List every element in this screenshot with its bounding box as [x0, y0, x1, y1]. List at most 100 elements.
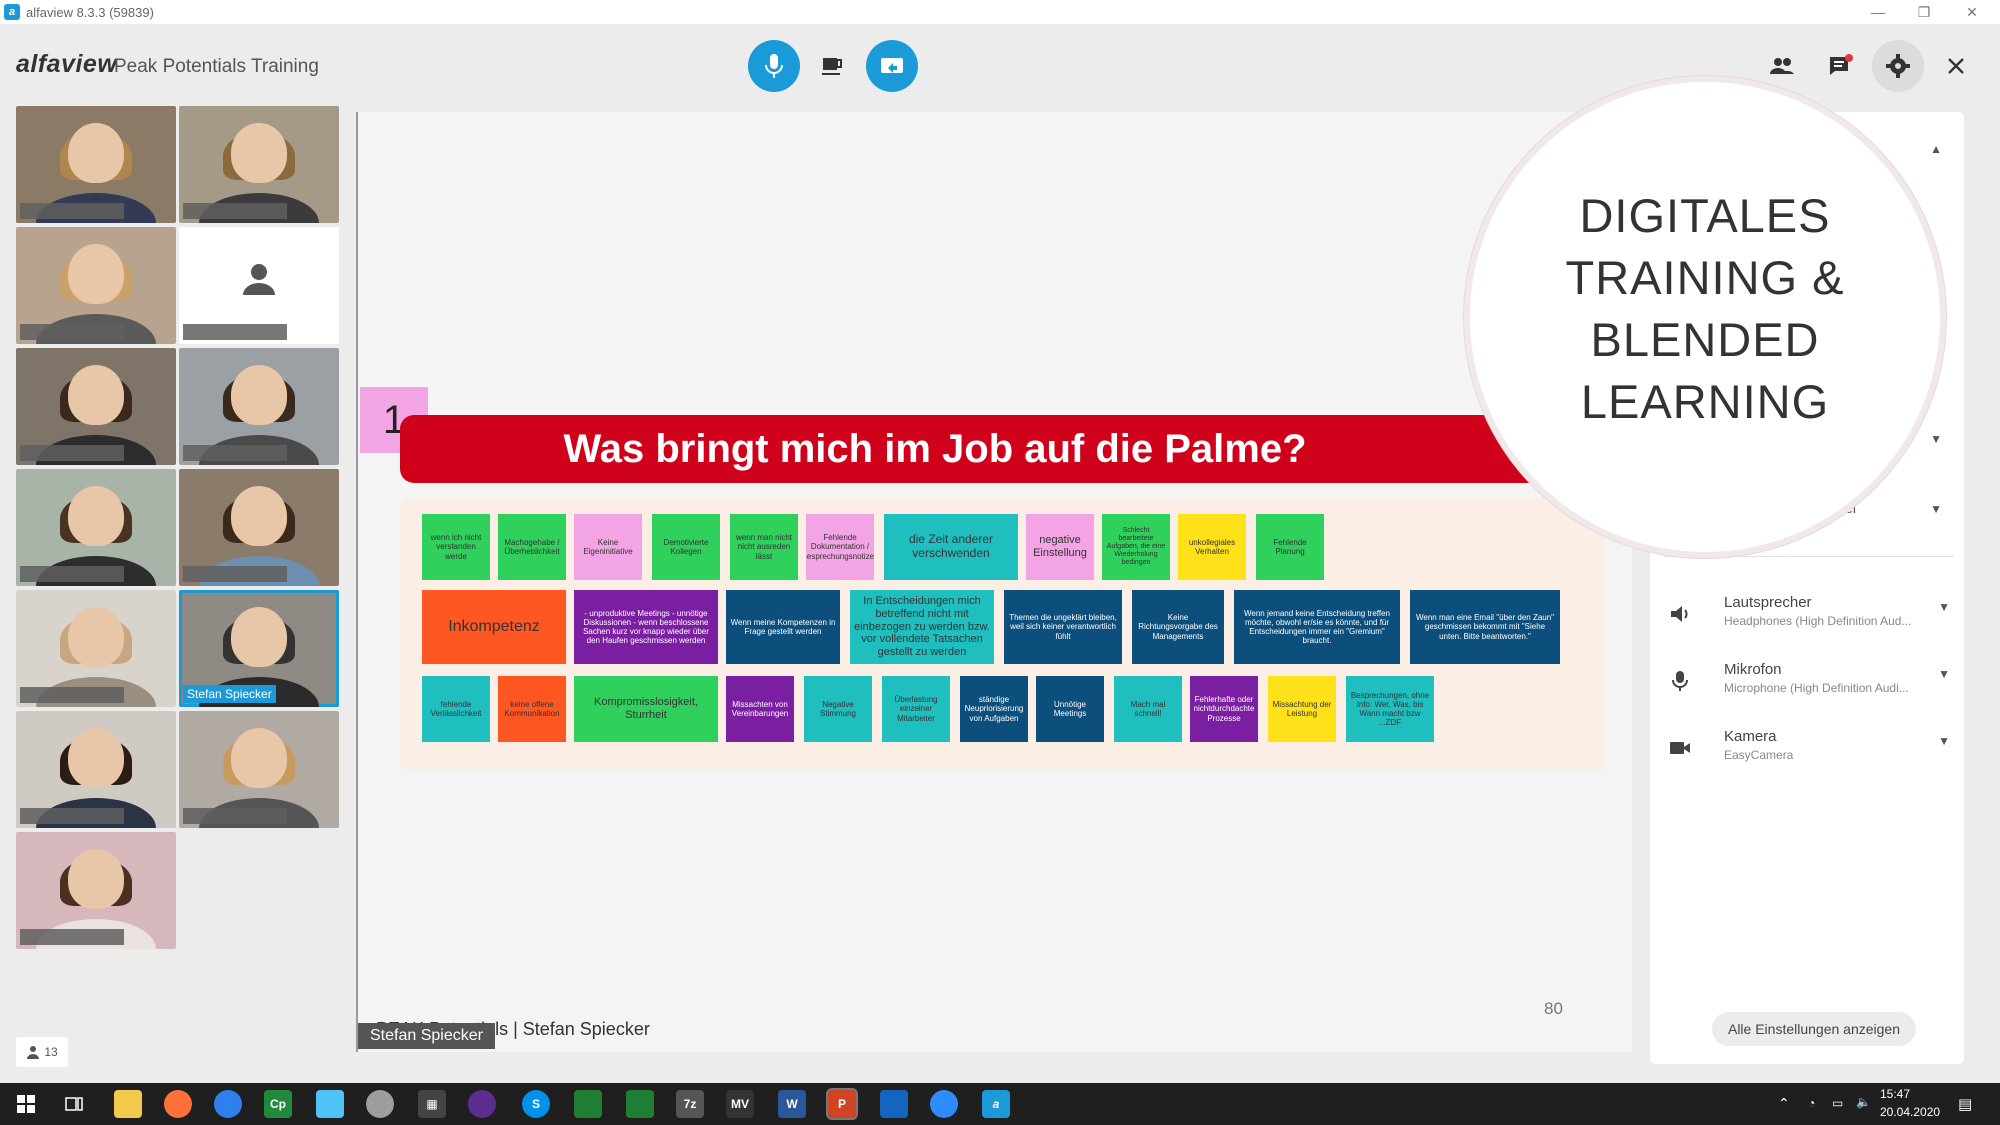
- sticky-note: Missachten von Vereinbarungen: [726, 676, 794, 742]
- avatar-icon: [243, 264, 275, 295]
- video-tile[interactable]: [16, 590, 176, 707]
- chevron-down-icon: ▼: [1938, 734, 1950, 748]
- video-tile[interactable]: [16, 469, 176, 586]
- file-explorer-icon[interactable]: [114, 1090, 142, 1118]
- excel-icon[interactable]: [626, 1090, 654, 1118]
- video-tile[interactable]: [16, 348, 176, 465]
- video-tile-active-speaker[interactable]: Stefan Spiecker: [179, 590, 339, 707]
- brand-logo: alfaview: [16, 50, 118, 78]
- video-tile[interactable]: [16, 106, 176, 223]
- app-icon[interactable]: [366, 1090, 394, 1118]
- divider: [1664, 556, 1954, 557]
- participant-count-badge[interactable]: 13: [16, 1037, 68, 1067]
- coffee-cup-icon: [822, 58, 842, 75]
- video-tile[interactable]: [16, 711, 176, 828]
- sticky-note: die Zeit anderer verschwenden: [884, 514, 1018, 580]
- close-panel-button[interactable]: [1930, 40, 1982, 92]
- store-icon[interactable]: [316, 1090, 344, 1118]
- microphone-setting[interactable]: Mikrofon Microphone (High Definition Aud…: [1664, 661, 1954, 711]
- app-icon: a: [4, 4, 20, 20]
- clock-time: 15:47: [1880, 1087, 1911, 1101]
- close-window-button[interactable]: ✕: [1952, 0, 1992, 24]
- notifications-icon[interactable]: ▤: [1958, 1095, 1972, 1113]
- sticky-note: wenn man nicht nicht ausreden lässt: [730, 514, 798, 580]
- video-tile[interactable]: [179, 106, 339, 223]
- minimize-button[interactable]: —: [1858, 0, 1898, 24]
- word-icon[interactable]: W: [778, 1090, 806, 1118]
- window-titlebar: a alfaview 8.3.3 (59839) — ❐ ✕: [0, 0, 2000, 24]
- microphone-button[interactable]: [748, 40, 800, 92]
- screen-share-button[interactable]: [866, 40, 918, 92]
- chevron-up-icon[interactable]: ▲: [1930, 142, 1942, 156]
- cp-app-icon[interactable]: Cp: [264, 1090, 292, 1118]
- video-tile[interactable]: [179, 711, 339, 828]
- sticky-note: Keine Richtungsvorgabe des Managements: [1132, 590, 1224, 664]
- sticky-note: ständige Neupriorisierung von Aufgaben: [960, 676, 1028, 742]
- video-tile[interactable]: [179, 348, 339, 465]
- microphone-label: Mikrofon: [1724, 661, 1782, 678]
- screen-share-icon: [881, 58, 903, 73]
- sticky-note: Kompromisslosigkeit, Sturrheit: [574, 676, 718, 742]
- task-view-icon[interactable]: [60, 1090, 88, 1118]
- camera-icon: [1668, 736, 1692, 760]
- sticky-note: wenn ich nicht verstanden werde: [422, 514, 490, 580]
- chevron-down-icon[interactable]: ▼: [1930, 432, 1942, 446]
- media-app-icon[interactable]: MV: [726, 1090, 754, 1118]
- calculator-icon[interactable]: ▦: [418, 1090, 446, 1118]
- speaker-setting[interactable]: Lautsprecher Headphones (High Definition…: [1664, 594, 1954, 644]
- sticky-note: - unproduktive Meetings - unnötige Disku…: [574, 590, 718, 664]
- settings-button[interactable]: [1872, 40, 1924, 92]
- alfaview-taskbar-icon[interactable]: a: [982, 1090, 1010, 1118]
- project-icon[interactable]: [574, 1090, 602, 1118]
- visual-studio-icon[interactable]: [468, 1090, 496, 1118]
- speaker-icon: [1668, 602, 1692, 626]
- video-tile[interactable]: [179, 469, 339, 586]
- person-icon: [27, 1046, 40, 1059]
- video-tile[interactable]: [16, 227, 176, 344]
- browser-icon[interactable]: [214, 1090, 242, 1118]
- show-all-settings-button[interactable]: Alle Einstellungen anzeigen: [1712, 1012, 1916, 1046]
- chat-button[interactable]: [1814, 40, 1866, 92]
- sticky-note: In Entscheidungen mich betreffend nicht …: [850, 590, 994, 664]
- camera-setting[interactable]: Kamera EasyCamera ▼: [1664, 728, 1954, 778]
- zoom-icon[interactable]: [930, 1090, 958, 1118]
- microphone-value: Microphone (High Definition Audi...: [1724, 681, 1909, 695]
- sticky-note: Negative Stimmung: [804, 676, 872, 742]
- restore-button[interactable]: ❐: [1904, 0, 1944, 24]
- firefox-icon[interactable]: [164, 1090, 192, 1118]
- volume-icon[interactable]: 🔈: [1856, 1095, 1871, 1109]
- sticky-note: Wenn meine Kompetenzen in Frage gestellt…: [726, 590, 840, 664]
- archive-icon[interactable]: 7z: [676, 1090, 704, 1118]
- app-icon[interactable]: [880, 1090, 908, 1118]
- speaker-value: Headphones (High Definition Aud...: [1724, 614, 1912, 628]
- participant-count: 13: [44, 1045, 58, 1059]
- participants-button[interactable]: [1756, 40, 1808, 92]
- clock-date: 20.04.2020: [1880, 1105, 1941, 1119]
- sticky-note: Besprechungen, ohne Info: Wer, Was, bis …: [1346, 676, 1434, 742]
- sticky-note: Überlastung einzelner Mitarbeiter: [882, 676, 950, 742]
- speaker-label: Lautsprecher: [1724, 594, 1812, 611]
- chat-icon: [1830, 54, 1853, 75]
- video-tile[interactable]: [16, 832, 176, 949]
- promo-overlay-text: DIGITALES TRAINING & BLENDED LEARNING: [1470, 185, 1940, 433]
- network-icon[interactable]: ◔: [1808, 1096, 1815, 1110]
- battery-icon[interactable]: ▭: [1832, 1096, 1843, 1110]
- tray-chevron-up-icon[interactable]: ⌃: [1778, 1095, 1790, 1112]
- sticky-note: unkollegiales Verhalten: [1178, 514, 1246, 580]
- sticky-note: Fehlende Dokumentation / Besprechungsnot…: [806, 514, 874, 580]
- sticky-note: Demotivierte Kollegen: [652, 514, 720, 580]
- promo-line: LEARNING: [1580, 375, 1830, 428]
- camera-label: Kamera: [1724, 728, 1777, 745]
- microphone-icon: [1668, 669, 1692, 693]
- powerpoint-icon[interactable]: P: [826, 1088, 858, 1120]
- skype-icon[interactable]: S: [522, 1090, 550, 1118]
- promo-line: BLENDED: [1590, 313, 1820, 366]
- chevron-down-icon[interactable]: ▼: [1930, 502, 1942, 516]
- video-tile[interactable]: [179, 227, 339, 344]
- camera-value: EasyCamera: [1724, 748, 1794, 762]
- sticky-note: Keine Eigeninitiative: [574, 514, 642, 580]
- windows-start-icon[interactable]: [12, 1090, 40, 1118]
- break-button[interactable]: [806, 40, 858, 92]
- sticky-note: Unnötige Meetings: [1036, 676, 1104, 742]
- sticky-note: Fehlende Planung: [1256, 514, 1324, 580]
